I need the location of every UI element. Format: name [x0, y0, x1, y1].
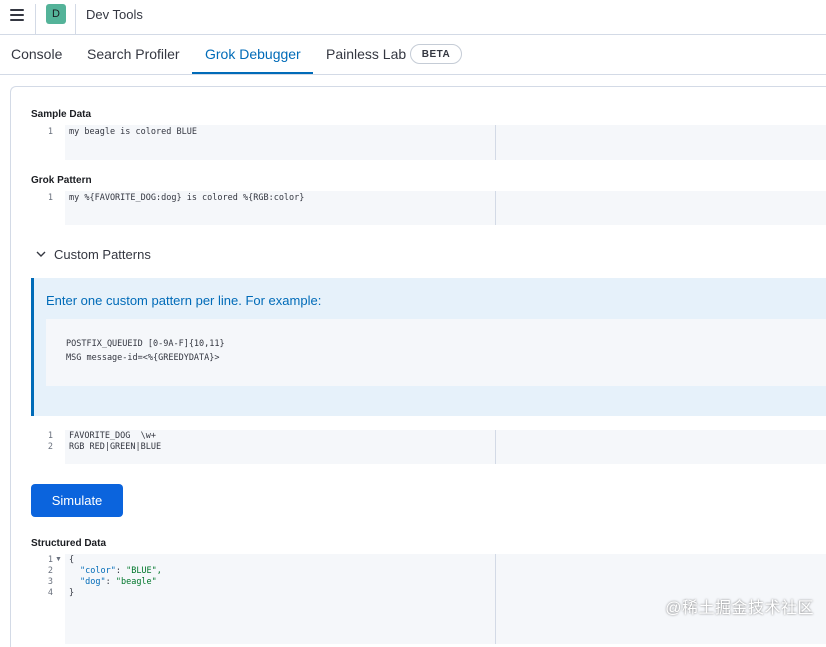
fold-arrow-icon[interactable]: ▼ [55, 556, 62, 563]
watermark: @稀土掘金技术社区 [665, 600, 814, 617]
code-line: my beagle is colored BLUE [69, 127, 197, 137]
active-tab-indicator [192, 72, 313, 74]
sample-data-label: Sample Data [31, 109, 92, 120]
code-line: my %{FAVORITE_DOG:dog} is colored %{RGB:… [69, 193, 305, 203]
line-number: 1 [47, 193, 53, 203]
code-line: { [69, 555, 75, 565]
code-line: } [69, 588, 75, 598]
grok-pattern-editor[interactable]: 1 my %{FAVORITE_DOG:dog} is colored %{RG… [31, 191, 826, 225]
simulate-button[interactable]: Simulate [31, 484, 123, 517]
app-avatar[interactable]: D [46, 4, 66, 24]
json-value: "beagle" [115, 577, 157, 587]
code-line: RGB RED|GREEN|BLUE [69, 442, 162, 452]
line-number: 1 [47, 127, 53, 137]
header-divider [75, 4, 76, 34]
custom-patterns-editor[interactable]: 1 2 FAVORITE_DOG \w+ RGB RED|GREEN|BLUE [31, 430, 826, 464]
print-margin [495, 554, 496, 644]
line-number: 1 [47, 555, 53, 565]
chevron-down-icon[interactable] [36, 250, 46, 258]
tab-grok-debugger[interactable]: Grok Debugger [205, 46, 301, 62]
callout-text: Enter one custom pattern per line. For e… [46, 293, 322, 308]
callout-example-code: POSTFIX_QUEUEID [0-9A-F]{10,11} MSG mess… [46, 319, 826, 386]
custom-patterns-toggle[interactable]: Custom Patterns [54, 247, 151, 262]
print-margin [495, 125, 496, 160]
header-divider [35, 4, 36, 34]
json-key: "dog" [80, 577, 106, 587]
app-title[interactable]: Dev Tools [86, 7, 143, 22]
line-number: 2 [47, 442, 53, 452]
line-number: 4 [47, 588, 53, 598]
line-gutter: 1 2 [31, 430, 65, 464]
json-value: "BLUE", [126, 566, 162, 576]
print-margin [495, 430, 496, 464]
tab-console[interactable]: Console [11, 46, 62, 62]
line-gutter: 1 [31, 125, 65, 160]
line-gutter: 1 [31, 191, 65, 225]
example-line: MSG message-id=<%{GREEDYDATA}> [66, 353, 220, 363]
line-number: 1 [47, 431, 53, 441]
tab-painless-lab[interactable]: Painless Lab [326, 46, 406, 62]
example-line: POSTFIX_QUEUEID [0-9A-F]{10,11} [66, 339, 225, 349]
print-margin [495, 191, 496, 225]
code-line: "dog": "beagle" [80, 577, 157, 587]
line-number: 2 [47, 566, 53, 576]
grok-pattern-label: Grok Pattern [31, 175, 92, 186]
code-line: "color": "BLUE", [80, 566, 162, 576]
code-area[interactable] [65, 430, 826, 464]
structured-data-label: Structured Data [31, 538, 107, 549]
line-number: 3 [47, 577, 53, 587]
code-line: FAVORITE_DOG \w+ [69, 431, 156, 441]
menu-icon[interactable] [10, 9, 24, 21]
json-key: "color" [80, 566, 116, 576]
sample-data-editor[interactable]: 1 my beagle is colored BLUE [31, 125, 826, 160]
beta-badge: BETA [410, 44, 462, 64]
line-gutter: 1 ▼ 2 3 4 [31, 554, 65, 644]
tab-search-profiler[interactable]: Search Profiler [87, 46, 180, 62]
